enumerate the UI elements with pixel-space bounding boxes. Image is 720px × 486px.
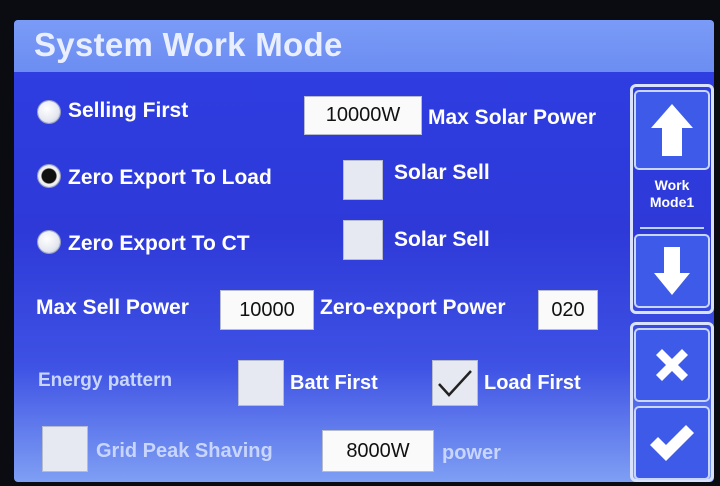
solar-sell-load-checkbox[interactable] [343, 160, 383, 200]
grid-peak-shaving-checkbox[interactable] [42, 426, 88, 472]
grid-peak-shaving-label: Grid Peak Shaving [96, 440, 273, 462]
checkmark-icon [650, 425, 694, 461]
work-mode-screen: System Work Mode Selling First 10000W Ma… [14, 20, 714, 482]
work-mode-indicator: Work Mode1 [649, 177, 695, 210]
batt-first-label: Batt First [290, 372, 378, 394]
close-icon [656, 349, 688, 381]
zero-export-to-ct-label: Zero Export To CT [68, 232, 250, 255]
arrow-down-icon [654, 247, 690, 295]
zero-export-to-load-radio[interactable] [38, 165, 60, 187]
checkmark-icon [438, 370, 472, 397]
confirm-button[interactable] [634, 406, 710, 480]
solar-sell-ct-label: Solar Sell [394, 228, 490, 251]
title-bar: System Work Mode [14, 20, 714, 72]
arrow-up-icon [651, 104, 693, 156]
zero-export-to-load-label: Zero Export To Load [68, 166, 272, 189]
solar-sell-ct-checkbox[interactable] [343, 220, 383, 260]
zero-export-power-label: Zero-export Power [320, 296, 506, 319]
grid-peak-shaving-power-field[interactable]: 8000W [322, 430, 434, 472]
selling-first-radio[interactable] [38, 101, 60, 123]
grid-peak-shaving-unit-label: power [442, 442, 501, 464]
mode-down-button[interactable] [634, 234, 710, 308]
mode-divider [640, 227, 704, 229]
max-sell-power-label: Max Sell Power [36, 296, 189, 319]
max-solar-power-field[interactable]: 10000W [304, 96, 422, 135]
selling-first-label: Selling First [68, 99, 189, 122]
max-sell-power-field[interactable]: 10000 [220, 290, 314, 330]
zero-export-power-field[interactable]: 020 [538, 290, 598, 330]
page-title: System Work Mode [34, 26, 343, 63]
zero-export-to-ct-radio[interactable] [38, 231, 60, 253]
load-first-label: Load First [484, 372, 581, 394]
mode-up-button[interactable] [634, 90, 710, 170]
solar-sell-load-label: Solar Sell [394, 161, 490, 184]
load-first-checkbox[interactable] [432, 360, 478, 406]
max-solar-power-label: Max Solar Power [428, 106, 597, 129]
cancel-button[interactable] [634, 328, 710, 402]
batt-first-checkbox[interactable] [238, 360, 284, 406]
energy-pattern-label: Energy pattern [38, 370, 173, 391]
